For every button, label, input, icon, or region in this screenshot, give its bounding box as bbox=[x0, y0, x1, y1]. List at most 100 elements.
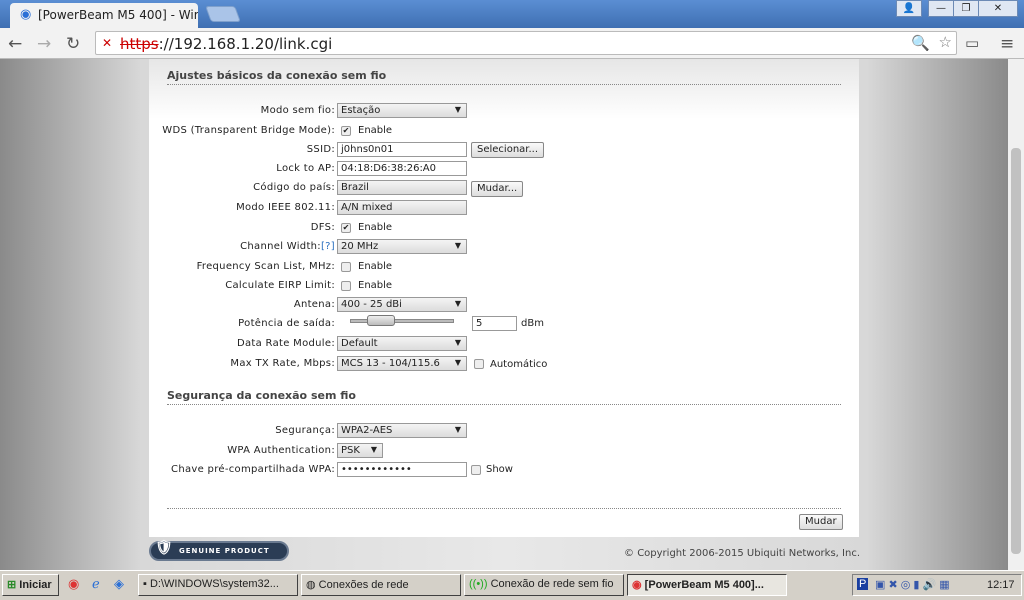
change-country-button[interactable]: Mudar... bbox=[471, 181, 524, 197]
close-button[interactable]: ✕ bbox=[978, 0, 1018, 17]
label: Potência de saída: bbox=[238, 318, 335, 329]
url-input[interactable]: ✕ https://192.168.1.20/link.cgi 🔍 ☆ bbox=[95, 31, 957, 55]
channel-width-select[interactable]: 20 MHz bbox=[337, 239, 467, 254]
url-scheme: https bbox=[120, 35, 159, 53]
label: Segurança: bbox=[275, 425, 335, 436]
label: Antena: bbox=[293, 299, 335, 310]
bookmark-star-icon[interactable]: ☆ bbox=[939, 33, 952, 51]
browser-tab-bar: ◉ [PowerBeam M5 400] - Wirele 👤 — ❐ ✕ bbox=[0, 0, 1024, 28]
frequency-scan-checkbox[interactable] bbox=[341, 262, 351, 272]
unit-label: dBm bbox=[521, 318, 544, 329]
copyright: © Copyright 2006-2015 Ubiquiti Networks,… bbox=[624, 548, 860, 559]
taskbar-item-network[interactable]: ◍ Conexões de rede bbox=[301, 574, 461, 596]
scrollbar-thumb[interactable] bbox=[1011, 148, 1021, 554]
new-tab-button[interactable] bbox=[205, 6, 241, 22]
label: DFS: bbox=[310, 222, 335, 233]
cmd-icon: ▪ bbox=[143, 578, 147, 590]
antenna-select[interactable]: 400 - 25 dBi bbox=[337, 297, 467, 312]
show-key-checkbox[interactable] bbox=[471, 465, 481, 475]
tray-icons[interactable]: ▣ ✖ ◎ ▮ 🔊 ▦ bbox=[875, 578, 950, 591]
country-field: Brazil bbox=[337, 180, 467, 195]
taskbar-item-wireless[interactable]: ((•)) Conexão de rede sem fio bbox=[464, 574, 624, 596]
taskbar: ⊞ Iniciar ◉ ℯ ◈ ▪ D:\WINDOWS\system32...… bbox=[0, 570, 1024, 600]
power-input[interactable]: 5 bbox=[472, 316, 517, 331]
insecure-lock-icon: ✕ bbox=[102, 36, 113, 50]
page-content: Ajustes básicos da conexão sem fio Modo … bbox=[0, 59, 1008, 570]
label: Lock to AP: bbox=[276, 163, 335, 174]
wireless-icon: ((•)) bbox=[469, 578, 488, 590]
taskbar-item-chrome[interactable]: ◉ [PowerBeam M5 400]... bbox=[627, 574, 787, 596]
help-link[interactable]: [?] bbox=[321, 241, 335, 252]
taskbar-item-cmd[interactable]: ▪ D:\WINDOWS\system32... bbox=[138, 574, 298, 596]
label: Código do país: bbox=[253, 182, 335, 193]
ssid-input[interactable]: j0hns0n01 bbox=[337, 142, 467, 157]
label: Automático bbox=[490, 359, 548, 370]
forward-icon[interactable]: → bbox=[37, 34, 51, 54]
apply-button[interactable]: Mudar bbox=[799, 514, 843, 530]
security-select[interactable]: WPA2-AES bbox=[337, 423, 467, 438]
wifi-favicon-icon: ◉ bbox=[20, 7, 32, 22]
network-icon: ◍ bbox=[306, 579, 316, 591]
zoom-icon[interactable]: 🔍 bbox=[911, 34, 930, 52]
label: Show bbox=[486, 464, 513, 475]
windows-logo-icon: ⊞ bbox=[7, 579, 17, 591]
chrome-quicklaunch-icon[interactable]: ◉ bbox=[68, 577, 79, 592]
label: Calculate EIRP Limit: bbox=[225, 280, 335, 291]
settings-panel: Ajustes básicos da conexão sem fio Modo … bbox=[149, 59, 859, 537]
label: Max TX Rate, Mbps: bbox=[230, 358, 335, 369]
system-tray: P ▣ ✖ ◎ ▮ 🔊 ▦ 12:17 bbox=[852, 574, 1022, 596]
cast-icon[interactable]: ▭ bbox=[965, 34, 979, 52]
label: Chave pré-compartilhada WPA: bbox=[171, 464, 335, 475]
address-toolbar: ← → ↻ ✕ https://192.168.1.20/link.cgi 🔍 … bbox=[0, 28, 1024, 59]
label: Frequency Scan List, MHz: bbox=[196, 261, 335, 272]
reload-icon[interactable]: ↻ bbox=[66, 34, 80, 54]
lock-to-ap-input[interactable]: 04:18:D6:38:26:A0 bbox=[337, 161, 467, 176]
divider bbox=[167, 508, 841, 509]
eirp-checkbox[interactable] bbox=[341, 281, 351, 291]
taskbar-item-label: [PowerBeam M5 400]... bbox=[644, 579, 764, 591]
chrome-icon: ◉ bbox=[632, 579, 642, 591]
label: Enable bbox=[358, 261, 393, 272]
taskbar-item-label: Conexões de rede bbox=[318, 579, 409, 591]
data-rate-module-select[interactable]: Default bbox=[337, 336, 467, 351]
auto-checkbox[interactable] bbox=[474, 359, 484, 369]
label: Modo IEEE 802.11: bbox=[236, 202, 335, 213]
label-text: Channel Width: bbox=[240, 241, 321, 252]
start-label: Iniciar bbox=[19, 579, 52, 591]
user-icon[interactable]: 👤 bbox=[896, 0, 922, 17]
label: Enable bbox=[358, 280, 393, 291]
tray-p-icon[interactable]: P bbox=[857, 578, 869, 590]
basic-section-title: Ajustes básicos da conexão sem fio bbox=[167, 69, 841, 85]
label: Enable bbox=[358, 125, 393, 136]
clock: 12:17 bbox=[987, 579, 1015, 591]
label: Data Rate Module: bbox=[237, 338, 335, 349]
start-button[interactable]: ⊞ Iniciar bbox=[2, 574, 59, 596]
dfs-checkbox[interactable]: ✔ bbox=[341, 223, 351, 233]
max-tx-rate-select[interactable]: MCS 13 - 104/115.6 bbox=[337, 356, 467, 371]
wpa-key-input[interactable]: •••••••••••• bbox=[337, 462, 467, 477]
taskbar-item-label: D:\WINDOWS\system32... bbox=[149, 578, 279, 590]
power-slider-handle[interactable] bbox=[367, 315, 395, 326]
ieee-mode-field: A/N mixed bbox=[337, 200, 467, 215]
select-ssid-button[interactable]: Selecionar... bbox=[471, 142, 545, 158]
label: Enable bbox=[358, 222, 393, 233]
wireless-mode-select[interactable]: Estação bbox=[337, 103, 467, 118]
tab-title: [PowerBeam M5 400] - Wirele bbox=[38, 8, 198, 22]
ie-quicklaunch-icon[interactable]: ℯ bbox=[92, 577, 100, 592]
app-quicklaunch-icon[interactable]: ◈ bbox=[114, 577, 124, 592]
browser-tab[interactable]: ◉ [PowerBeam M5 400] - Wirele bbox=[10, 3, 198, 28]
menu-icon[interactable]: ≡ bbox=[1000, 34, 1014, 54]
wds-checkbox[interactable]: ✔ bbox=[341, 126, 351, 136]
badge-text: GENUINE PRODUCT bbox=[179, 547, 270, 555]
power-slider-track[interactable] bbox=[350, 319, 454, 323]
label: WPA Authentication: bbox=[227, 445, 335, 456]
back-icon[interactable]: ← bbox=[8, 34, 22, 54]
genuine-product-badge: 🛡 GENUINE PRODUCT bbox=[149, 540, 289, 561]
restore-button[interactable]: ❐ bbox=[953, 0, 979, 17]
label: Modo sem fio: bbox=[260, 105, 335, 116]
security-section-title: Segurança da conexão sem fio bbox=[167, 389, 841, 405]
label: Channel Width:[?] bbox=[149, 241, 335, 252]
lock-shield-icon: 🛡 bbox=[155, 540, 174, 556]
wpa-auth-select[interactable]: PSK bbox=[337, 443, 383, 458]
minimize-button[interactable]: — bbox=[928, 0, 954, 17]
